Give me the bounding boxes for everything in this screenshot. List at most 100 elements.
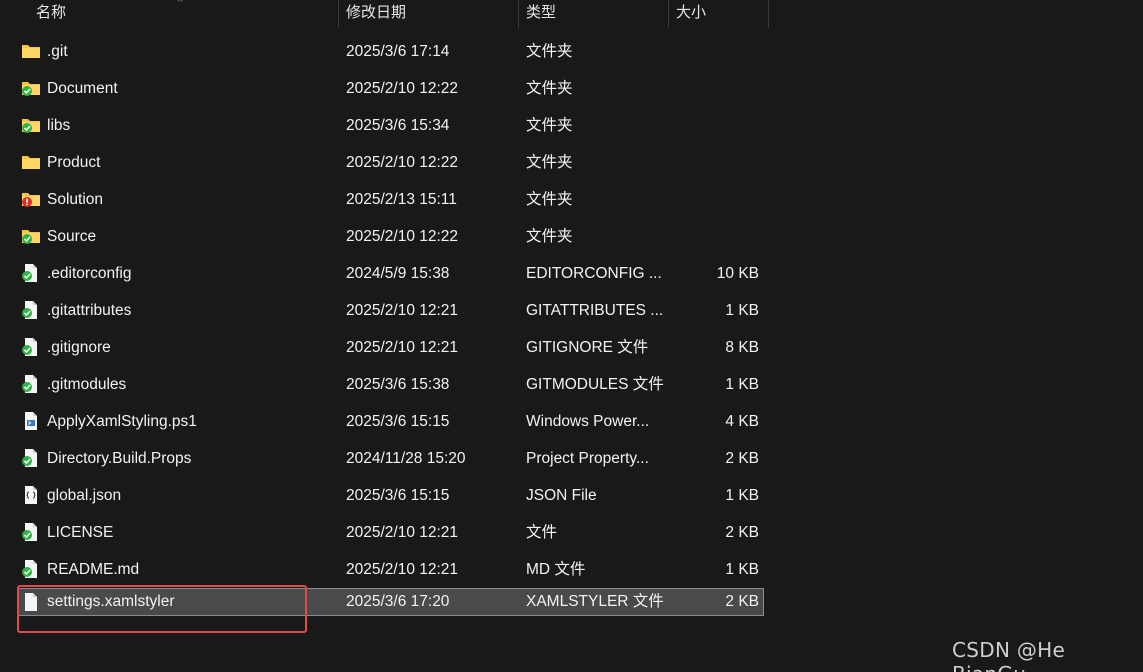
- list-item[interactable]: .gitmodules 2025/3/6 15:38 GITMODULES 文件…: [0, 366, 770, 403]
- file-modified: 2025/2/10 12:21: [346, 561, 459, 578]
- file-list: .git 2025/3/6 17:14 文件夹 Document 2025/2/…: [0, 33, 770, 625]
- file-size: [668, 107, 759, 144]
- list-item[interactable]: ApplyXamlStyling.ps1 2025/3/6 15:15 Wind…: [0, 403, 770, 440]
- file-modified: 2025/2/10 12:21: [346, 302, 459, 319]
- file-synced-icon: [21, 301, 41, 319]
- file-type: JSON File: [526, 487, 597, 504]
- file-size: 2 KB: [725, 524, 759, 541]
- file-name: .gitattributes: [47, 302, 132, 319]
- list-item[interactable]: Document 2025/2/10 12:22 文件夹: [0, 70, 770, 107]
- column-header-bar: 名称 ^ 修改日期 类型 大小: [0, 0, 770, 28]
- file-synced-icon: [21, 560, 41, 578]
- column-divider[interactable]: [768, 0, 769, 28]
- file-size: [668, 144, 759, 181]
- column-header-name-label: 名称: [36, 4, 67, 21]
- file-name: README.md: [47, 561, 140, 578]
- folder-icon: [21, 42, 41, 60]
- list-item[interactable]: Product 2025/2/10 12:22 文件夹: [0, 144, 770, 181]
- file-name: .gitmodules: [47, 376, 127, 393]
- file-size: 1 KB: [725, 487, 759, 504]
- sort-indicator-icon: ^: [178, 0, 183, 8]
- file-name: global.json: [47, 487, 122, 504]
- file-name: libs: [47, 117, 71, 134]
- column-header-size[interactable]: 大小: [669, 0, 769, 28]
- watermark: CSDN @He BianGu: [952, 638, 1066, 672]
- list-item[interactable]: .gitignore 2025/2/10 12:21 GITIGNORE 文件 …: [0, 329, 770, 366]
- file-name: Source: [47, 228, 97, 245]
- folder-synced-icon: [21, 116, 41, 134]
- file-size: 1 KB: [725, 302, 759, 319]
- file-modified: 2025/2/10 12:21: [346, 524, 459, 541]
- file-type: 文件夹: [526, 43, 573, 60]
- file-synced-icon: [21, 264, 41, 282]
- file-synced-icon: [21, 449, 41, 467]
- file-type: Windows Power...: [526, 413, 650, 430]
- column-header-type[interactable]: 类型: [519, 0, 669, 28]
- file-modified: 2025/2/10 12:21: [346, 339, 459, 356]
- file-name: .gitignore: [47, 339, 111, 356]
- file-modified: 2025/3/6 15:15: [346, 413, 450, 430]
- list-item[interactable]: Solution 2025/2/13 15:11 文件夹: [0, 181, 770, 218]
- file-type: 文件夹: [526, 117, 573, 134]
- file-modified: 2024/5/9 15:38: [346, 265, 450, 282]
- folder-synced-icon: [21, 227, 41, 245]
- file-synced-icon: [21, 375, 41, 393]
- file-size: 2 KB: [725, 450, 759, 467]
- list-item[interactable]: Source 2025/2/10 12:22 文件夹: [0, 218, 770, 255]
- file-synced-icon: [21, 523, 41, 541]
- file-name: LICENSE: [47, 524, 114, 541]
- file-modified: 2024/11/28 15:20: [346, 450, 466, 467]
- column-header-type-label: 类型: [526, 4, 557, 21]
- file-type: GITIGNORE 文件: [526, 339, 649, 356]
- column-header-modified[interactable]: 修改日期: [339, 0, 519, 28]
- file-size: 4 KB: [725, 413, 759, 430]
- list-item[interactable]: libs 2025/3/6 15:34 文件夹: [0, 107, 770, 144]
- file-size: 1 KB: [725, 561, 759, 578]
- list-item[interactable]: README.md 2025/2/10 12:21 MD 文件 1 KB: [0, 551, 770, 588]
- file-synced-icon: [21, 338, 41, 356]
- file-size: 10 KB: [716, 265, 759, 282]
- file-name: ApplyXamlStyling.ps1: [47, 413, 197, 430]
- list-item[interactable]: Directory.Build.Props 2024/11/28 15:20 P…: [0, 440, 770, 477]
- file-type: GITMODULES 文件: [526, 376, 664, 393]
- file-modified: 2025/3/6 17:20: [346, 593, 450, 610]
- list-item[interactable]: .gitattributes 2025/2/10 12:21 GITATTRIB…: [0, 292, 770, 329]
- file-type: 文件夹: [526, 191, 573, 208]
- file-name: Directory.Build.Props: [47, 450, 192, 467]
- file-type: 文件夹: [526, 154, 573, 171]
- file-type: 文件夹: [526, 80, 573, 97]
- file-size: 2 KB: [725, 593, 759, 610]
- annotation-highlight-box: [17, 585, 307, 633]
- file-explorer: 名称 ^ 修改日期 类型 大小 .git 2025/3/6 17:14 文件夹 …: [0, 0, 1143, 672]
- list-item[interactable]: LICENSE 2025/2/10 12:21 文件 2 KB: [0, 514, 770, 551]
- column-header-size-label: 大小: [676, 4, 707, 21]
- list-item[interactable]: .git 2025/3/6 17:14 文件夹: [0, 33, 770, 70]
- column-header-name[interactable]: 名称 ^: [0, 0, 339, 28]
- file-type: 文件: [526, 524, 558, 541]
- file-name: .editorconfig: [47, 265, 132, 282]
- column-header-modified-label: 修改日期: [346, 4, 407, 21]
- file-name: .git: [47, 43, 68, 60]
- file-size: [668, 70, 759, 107]
- file-type: EDITORCONFIG ...: [526, 265, 662, 282]
- file-type: GITATTRIBUTES ...: [526, 302, 664, 319]
- json-file-icon: [21, 486, 41, 504]
- file-modified: 2025/3/6 15:34: [346, 117, 450, 134]
- file-type: XAMLSTYLER 文件: [526, 593, 664, 610]
- file-modified: 2025/3/6 17:14: [346, 43, 450, 60]
- file-type: MD 文件: [526, 561, 586, 578]
- file-name: Solution: [47, 191, 104, 208]
- folder-icon: [21, 153, 41, 171]
- file-size: [668, 181, 759, 218]
- file-modified: 2025/2/10 12:22: [346, 228, 459, 245]
- file-modified: 2025/2/10 12:22: [346, 80, 459, 97]
- file-name: Product: [47, 154, 101, 171]
- powershell-file-icon: [21, 412, 41, 430]
- folder-synced-icon: [21, 79, 41, 97]
- file-modified: 2025/2/10 12:22: [346, 154, 459, 171]
- list-item[interactable]: global.json 2025/3/6 15:15 JSON File 1 K…: [0, 477, 770, 514]
- file-modified: 2025/3/6 15:15: [346, 487, 450, 504]
- file-modified: 2025/3/6 15:38: [346, 376, 450, 393]
- list-item[interactable]: .editorconfig 2024/5/9 15:38 EDITORCONFI…: [0, 255, 770, 292]
- file-type: Project Property...: [526, 450, 649, 467]
